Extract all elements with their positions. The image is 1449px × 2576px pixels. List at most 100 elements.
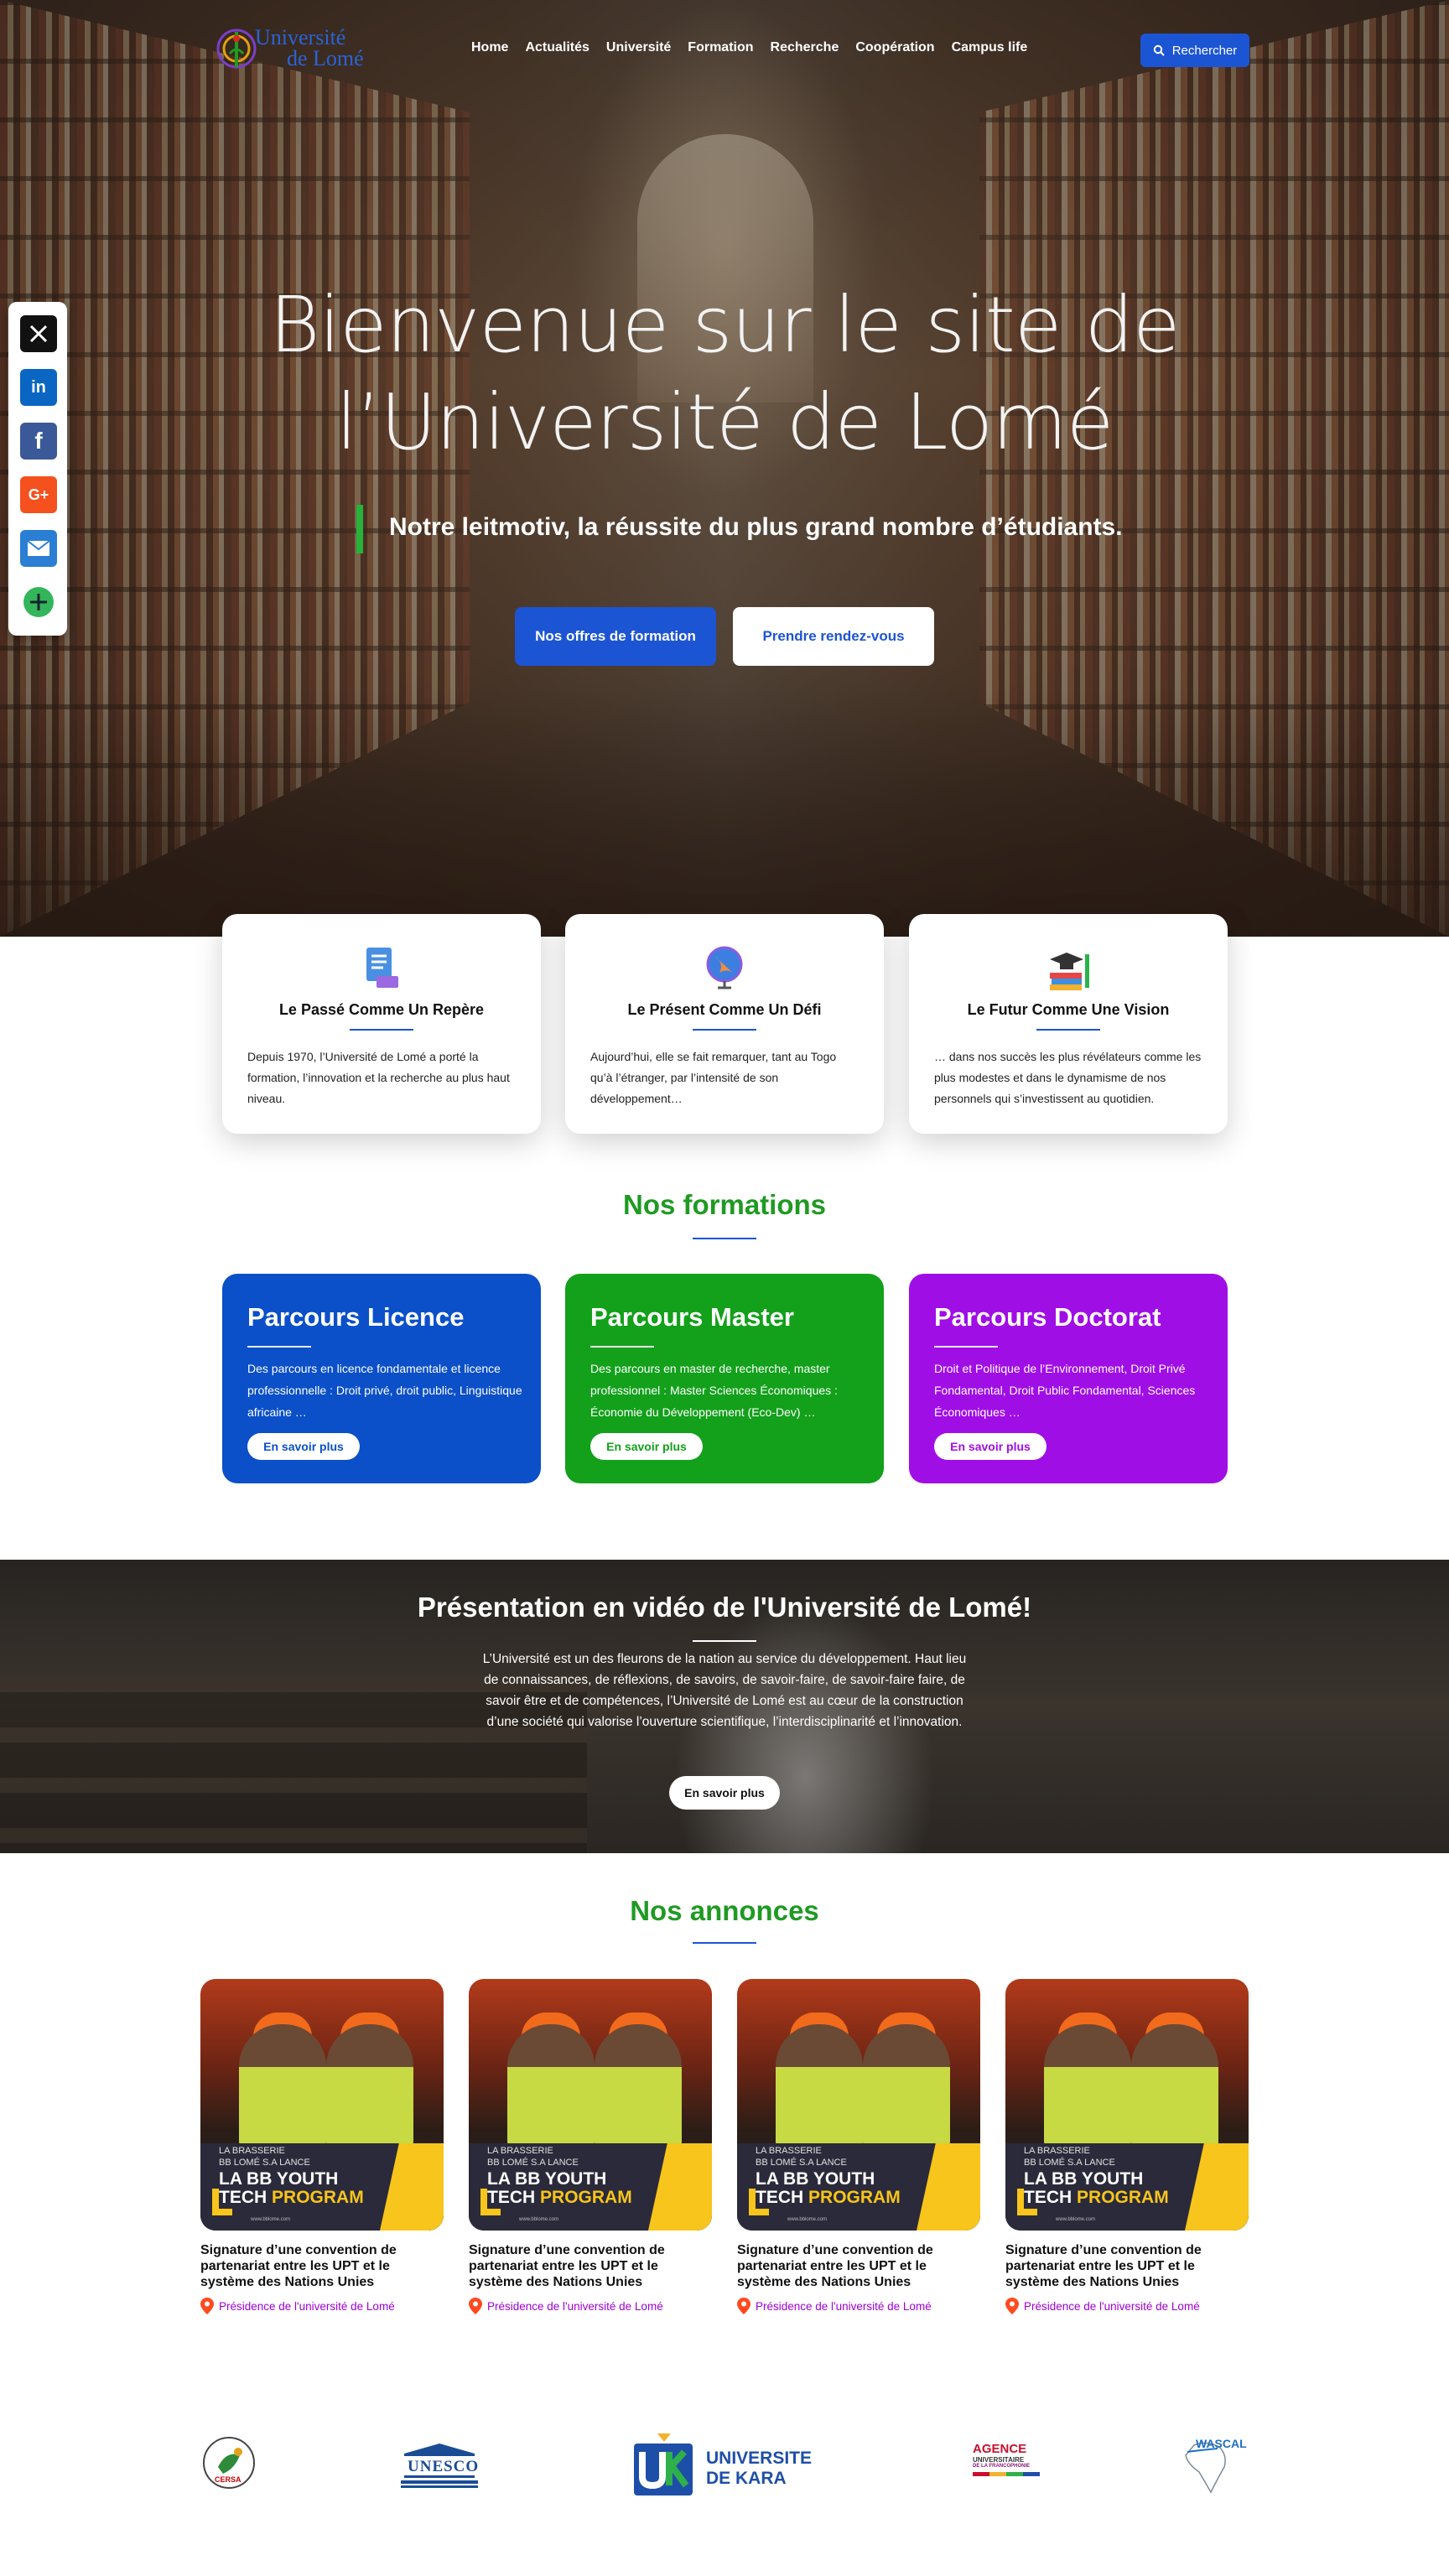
annonce-title[interactable]: Signature d’une convention de partenaria… xyxy=(737,2242,980,2290)
poster-url: www.bblome.com xyxy=(251,2217,291,2222)
poster-headline: LA BB YOUTH TECH PROGRAM xyxy=(1024,2170,1169,2207)
unesco-label: UNESCO xyxy=(408,2458,480,2475)
wascal-logo[interactable]: WASCAL xyxy=(1177,2433,1249,2497)
pillar-text: Depuis 1970, l’Université de Lomé a port… xyxy=(247,1050,510,1105)
annonce-location-text: Présidence de l'université de Lomé xyxy=(756,2299,932,2313)
cersa-logo[interactable]: CERSA xyxy=(201,2435,257,2490)
poster-headline-accent: PROGRAM xyxy=(540,2188,632,2207)
annonce-location-text: Présidence de l'université de Lomé xyxy=(487,2299,663,2313)
pillar-text: … dans nos succès les plus révélateurs c… xyxy=(934,1050,1202,1105)
annonces-divider xyxy=(693,1942,756,1944)
library-floor-image xyxy=(0,688,1449,937)
kara-line-1: UNIVERSITE xyxy=(706,2449,813,2468)
poster-headline-line1: LA BB YOUTH xyxy=(756,2169,875,2189)
top-navigation: Université de Lomé Home Actualités Unive… xyxy=(0,0,1449,99)
poster-headline-line1: LA BB YOUTH xyxy=(219,2169,339,2189)
formation-title: Parcours Licence xyxy=(247,1302,465,1332)
hero-section: Université de Lomé Home Actualités Unive… xyxy=(0,0,1449,937)
nav-universite[interactable]: Université xyxy=(606,40,671,55)
poster-corner xyxy=(1017,2209,1037,2215)
location-pin-icon xyxy=(737,2298,750,2314)
formation-divider xyxy=(590,1346,654,1348)
linkedin-icon[interactable]: in xyxy=(20,369,57,406)
social-share-bar: in f G+ xyxy=(8,302,67,636)
formation-divider xyxy=(247,1346,311,1348)
nav-recherche[interactable]: Recherche xyxy=(771,40,839,55)
nav-home[interactable]: Home xyxy=(471,40,508,55)
formation-card-master[interactable]: Parcours Master Des parcours en master d… xyxy=(565,1274,884,1483)
motto-accent-bar xyxy=(356,505,363,553)
nav-cooperation[interactable]: Coopération xyxy=(855,40,934,55)
poster-corner xyxy=(749,2209,769,2215)
poster-headline-accent: PROGRAM xyxy=(272,2188,364,2207)
poster-headline-line2: TECH xyxy=(756,2188,804,2207)
poster-headline: LA BB YOUTH TECH PROGRAM xyxy=(219,2170,364,2207)
nav-campus-life[interactable]: Campus life xyxy=(952,40,1028,55)
formation-text: Droit et Politique de l’Environnement, D… xyxy=(934,1362,1196,1419)
pillar-title: Le Futur Comme Une Vision xyxy=(967,1001,1170,1018)
learn-more-button[interactable]: En savoir plus xyxy=(590,1433,703,1460)
annonce-title[interactable]: Signature d’une convention de partenaria… xyxy=(200,2242,444,2290)
facebook-icon[interactable]: f xyxy=(20,423,57,460)
search-button-label: Rechercher xyxy=(1171,43,1238,58)
annonces-title: Nos annonces xyxy=(630,1895,819,1926)
video-divider xyxy=(693,1640,756,1642)
worker-shape xyxy=(507,2024,595,2150)
nav-actualites[interactable]: Actualités xyxy=(525,40,589,55)
formation-card-doctorat[interactable]: Parcours Doctorat Droit et Politique de … xyxy=(909,1274,1228,1483)
poster-headline-accent: PROGRAM xyxy=(1077,2188,1169,2207)
video-title: Présentation en vidéo de l'Université de… xyxy=(417,1592,1032,1623)
wascal-label: WASCAL xyxy=(1196,2437,1247,2450)
annonce-title[interactable]: Signature d’une convention de partenaria… xyxy=(1005,2242,1249,2290)
annonce-poster-image[interactable]: LA BRASSERIE BB LOMÉ S.A LANCE LA BB YOU… xyxy=(469,1979,712,2231)
poster-url: www.bblome.com xyxy=(1056,2217,1096,2222)
hero-title-line-1: Bienvenue sur le site de xyxy=(269,280,1180,370)
poster-headline-accent: PROGRAM xyxy=(808,2188,901,2207)
poster-subtitle: LA BRASSERIE BB LOMÉ S.A LANCE xyxy=(1024,2146,1115,2168)
formations-title: Nos formations xyxy=(622,1189,827,1220)
formation-text: Des parcours en licence fondamentale et … xyxy=(247,1362,522,1419)
nav-formation[interactable]: Formation xyxy=(688,40,753,55)
worker-shape xyxy=(1044,2024,1131,2150)
pillar-card-past: Le Passé Comme Un Repère Depuis 1970, l’… xyxy=(222,914,541,1134)
annonce-poster-image[interactable]: LA BRASSERIE BB LOMÉ S.A LANCE LA BB YOU… xyxy=(200,1979,444,2231)
learn-more-button[interactable]: En savoir plus xyxy=(934,1433,1046,1460)
training-offers-button[interactable]: Nos offres de formation xyxy=(515,607,716,666)
logo-text[interactable]: Université de Lomé xyxy=(255,27,364,70)
pillar-title: Le Présent Comme Un Défi xyxy=(627,1001,822,1018)
poster-corner xyxy=(212,2209,232,2215)
annonce-poster-image[interactable]: LA BRASSERIE BB LOMÉ S.A LANCE LA BB YOU… xyxy=(737,1979,980,2231)
agence-universitaire-logo[interactable]: AGENCE UNIVERSITAIRE DE LA FRANCOPHONIE xyxy=(973,2442,1043,2492)
email-icon[interactable] xyxy=(20,530,57,567)
location-pin-icon xyxy=(469,2298,482,2314)
google-plus-icon[interactable]: G+ xyxy=(20,476,57,513)
agence-color-bar xyxy=(973,2472,1040,2476)
formation-card-licence[interactable]: Parcours Licence Des parcours en licence… xyxy=(222,1274,541,1483)
formation-text: Des parcours en master de recherche, mas… xyxy=(590,1362,838,1419)
globe-icon xyxy=(706,946,743,989)
annonce-poster-image[interactable]: LA BRASSERIE BB LOMÉ S.A LANCE LA BB YOU… xyxy=(1005,1979,1249,2231)
annonce-location-text: Présidence de l'université de Lomé xyxy=(219,2299,395,2313)
appointment-button[interactable]: Prendre rendez-vous xyxy=(733,607,934,666)
more-icon[interactable] xyxy=(20,584,57,621)
poster-headline-line2: TECH xyxy=(219,2188,267,2207)
annonce-title[interactable]: Signature d’une convention de partenaria… xyxy=(469,2242,712,2290)
agence-line-1: AGENCE xyxy=(973,2442,1027,2456)
search-button[interactable]: Rechercher xyxy=(1140,34,1249,67)
formation-title: Parcours Master xyxy=(590,1302,794,1332)
annonce-location-text: Présidence de l'université de Lomé xyxy=(1024,2299,1200,2313)
video-learn-more-button[interactable]: En savoir plus xyxy=(669,1776,780,1810)
unesco-logo[interactable]: UNESCO xyxy=(399,2442,480,2489)
hero-motto: Notre leitmotiv, la réussite du plus gra… xyxy=(389,513,1123,541)
x-icon[interactable] xyxy=(20,315,57,352)
pillar-text: Aujourd’hui, elle se fait remarquer, tan… xyxy=(590,1050,837,1105)
pillar-card-future: Le Futur Comme Une Vision … dans nos suc… xyxy=(909,914,1228,1134)
annonce-location: Présidence de l'université de Lomé xyxy=(200,2298,444,2314)
poster-subtitle: LA BRASSERIE BB LOMÉ S.A LANCE xyxy=(219,2146,310,2168)
poster-headline: LA BB YOUTH TECH PROGRAM xyxy=(756,2170,901,2207)
poster-url: www.bblome.com xyxy=(787,2217,828,2222)
poster-headline: LA BB YOUTH TECH PROGRAM xyxy=(487,2170,632,2207)
worker-shape xyxy=(776,2024,863,2150)
learn-more-button[interactable]: En savoir plus xyxy=(247,1433,360,1460)
universite-kara-logo[interactable]: UNIVERSITE DE KARA xyxy=(632,2432,825,2497)
